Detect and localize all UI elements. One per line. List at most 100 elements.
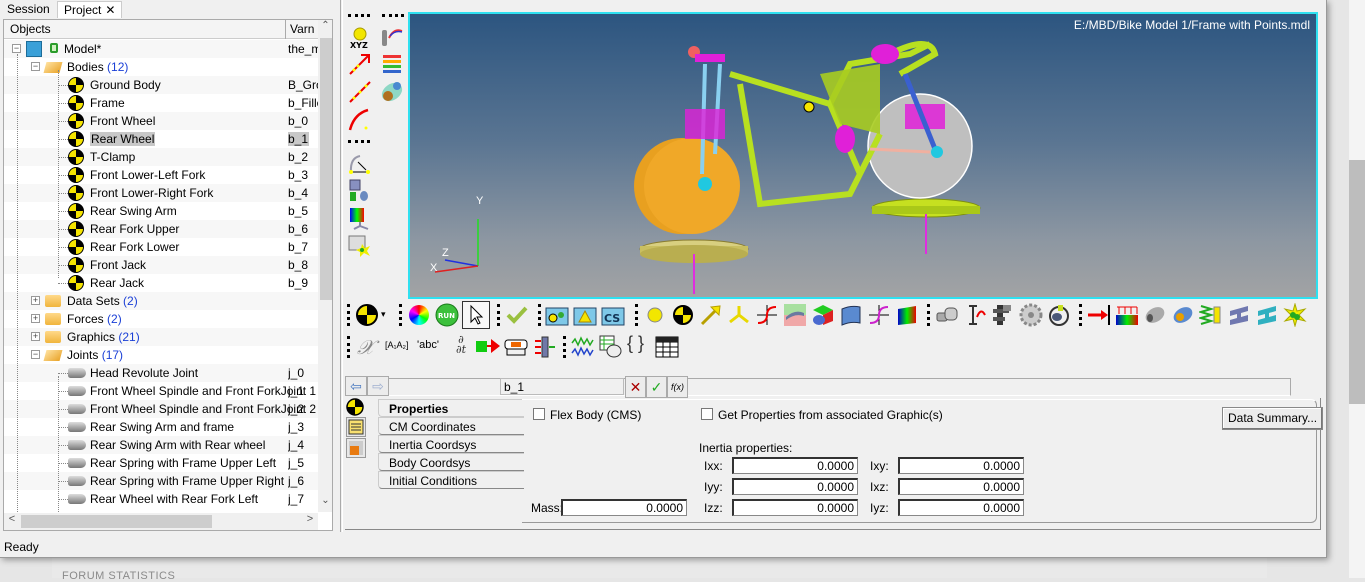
import-icon[interactable] bbox=[346, 438, 366, 458]
body-icon[interactable] bbox=[346, 398, 366, 418]
ixz-field[interactable]: 0.0000 bbox=[898, 478, 1024, 495]
solver-variable-icon[interactable]: 𝒳 bbox=[357, 335, 381, 359]
tree-item-label[interactable]: Joints (17) bbox=[67, 348, 123, 362]
tree-row[interactable]: T-Clamp b_2 bbox=[4, 148, 318, 166]
tree-item-label[interactable]: Front Wheel Spindle and Front ForkJoint … bbox=[90, 384, 316, 398]
tree-item-label[interactable]: Head Revolute Joint bbox=[90, 366, 198, 380]
spring-damper-icon[interactable] bbox=[380, 52, 404, 76]
tree-row[interactable]: Head Revolute Joint j_0 bbox=[4, 364, 318, 382]
polybeam-icon[interactable] bbox=[1255, 303, 1279, 327]
tab-project[interactable]: Project ✕ bbox=[57, 1, 123, 18]
forward-arrow-icon[interactable]: ⇨ bbox=[367, 376, 389, 396]
control-siso-icon[interactable] bbox=[475, 335, 500, 359]
tree-row[interactable]: Rear Swing Arm and frame j_3 bbox=[4, 418, 318, 436]
tree-row[interactable]: Rear Wheel b_1 bbox=[4, 130, 318, 148]
surface-icon[interactable] bbox=[783, 303, 807, 327]
check-icon[interactable] bbox=[505, 303, 529, 327]
toolbar-grip[interactable] bbox=[347, 336, 350, 358]
scroll-right-icon[interactable]: > bbox=[302, 513, 318, 530]
tree-item-label[interactable]: Rear Wheel bbox=[90, 132, 156, 146]
bushing-icon[interactable] bbox=[1143, 303, 1167, 327]
tree-item-label[interactable]: Rear Jack bbox=[90, 276, 144, 290]
cs-icon[interactable]: CS bbox=[601, 303, 625, 327]
tab-body-coordsys[interactable]: Body Coordsys bbox=[378, 453, 524, 471]
tree-row[interactable]: Frame b_Fille bbox=[4, 94, 318, 112]
tree-item-label[interactable]: Model* bbox=[64, 42, 101, 56]
actuator-icon[interactable] bbox=[1047, 303, 1071, 327]
tree-item-label[interactable]: Rear Swing Arm bbox=[90, 204, 177, 218]
tree-row[interactable]: Rear Spring with Frame Upper Left j_5 bbox=[4, 454, 318, 472]
lock-icon[interactable] bbox=[50, 43, 58, 53]
scroll-left-icon[interactable]: < bbox=[4, 513, 20, 530]
scroll-up-icon[interactable]: ⌃ bbox=[318, 20, 332, 37]
tire-icon[interactable] bbox=[380, 26, 404, 50]
tree-row[interactable]: Front Wheel Spindle and Front ForkJoint … bbox=[4, 400, 318, 418]
ixy-field[interactable]: 0.0000 bbox=[898, 457, 1024, 474]
tree-row[interactable]: + Data Sets (2) bbox=[4, 292, 318, 310]
tree-row[interactable]: Front Wheel Spindle and Front ForkJoint … bbox=[4, 382, 318, 400]
curve-icon[interactable] bbox=[348, 108, 372, 132]
iyz-field[interactable]: 0.0000 bbox=[898, 499, 1024, 516]
tree-item-label[interactable]: Front Jack bbox=[90, 258, 146, 272]
tree-item-label[interactable]: Front Lower-Right Fork bbox=[90, 186, 213, 200]
tree-item-label[interactable]: Forces (2) bbox=[67, 312, 122, 326]
tree-item-label[interactable]: T-Clamp bbox=[90, 150, 135, 164]
signal-icon[interactable] bbox=[571, 335, 595, 359]
tree-item-label[interactable]: Frame bbox=[90, 96, 125, 110]
collapse-icon[interactable]: − bbox=[31, 62, 40, 71]
flex-body-icon[interactable] bbox=[1171, 303, 1195, 327]
tree-row[interactable]: + Graphics (21) bbox=[4, 328, 318, 346]
solver-string-icon[interactable]: 'abc' bbox=[417, 339, 447, 363]
tab-inertia-coordsys[interactable]: Inertia Coordsys bbox=[378, 435, 524, 453]
tree-item-label[interactable]: Rear Fork Upper bbox=[90, 222, 179, 236]
tree-row[interactable]: − Bodies (12) bbox=[4, 58, 318, 76]
gear-icon[interactable] bbox=[1019, 303, 1043, 327]
tree-item-label[interactable]: Front Lower-Left Fork bbox=[90, 168, 205, 182]
collapse-icon[interactable]: − bbox=[31, 350, 40, 359]
expand-icon[interactable]: + bbox=[31, 314, 40, 323]
beam-icon[interactable] bbox=[1227, 303, 1251, 327]
cancel-button[interactable]: ✕ bbox=[625, 376, 646, 398]
tree-item-label[interactable]: Rear Swing Arm with Rear wheel bbox=[90, 438, 265, 452]
marker-icon[interactable] bbox=[727, 303, 751, 327]
solver-array-icon[interactable]: [A₁A₂] bbox=[385, 340, 415, 364]
scroll-down-icon[interactable]: ⌄ bbox=[318, 495, 332, 512]
point-icon[interactable] bbox=[643, 303, 667, 327]
vector-arrow-icon[interactable] bbox=[699, 303, 723, 327]
flex-body-checkbox[interactable] bbox=[533, 408, 545, 420]
joint-icon[interactable] bbox=[935, 303, 959, 327]
tree-row[interactable]: − Joints (17) bbox=[4, 346, 318, 364]
iyy-field[interactable]: 0.0000 bbox=[732, 478, 858, 495]
panel-splitter[interactable] bbox=[340, 0, 343, 532]
expression-button[interactable]: f(x) bbox=[667, 376, 688, 398]
column-header-objects[interactable]: Objects bbox=[4, 20, 286, 39]
curve-icon[interactable] bbox=[755, 303, 779, 327]
expand-icon[interactable]: + bbox=[31, 332, 40, 341]
izz-field[interactable]: 0.0000 bbox=[732, 499, 858, 516]
spring-damper-icon[interactable] bbox=[1197, 303, 1223, 327]
deformable-surface-icon[interactable] bbox=[839, 303, 863, 327]
get-properties-checkbox[interactable] bbox=[701, 408, 713, 420]
select-arrow-icon[interactable] bbox=[462, 301, 490, 329]
tree-item-label[interactable]: Front Wheel Spindle and Front ForkJoint … bbox=[90, 402, 316, 416]
contour-icon[interactable] bbox=[895, 303, 919, 327]
color-wheel-icon[interactable] bbox=[407, 303, 431, 327]
entity-editor-icon[interactable] bbox=[348, 234, 372, 258]
chevron-down-icon[interactable]: ▾ bbox=[381, 309, 386, 320]
templex-icon[interactable] bbox=[599, 335, 623, 359]
graphics-group-icon[interactable] bbox=[348, 178, 372, 202]
scroll-thumb[interactable] bbox=[320, 38, 332, 300]
tree-item-label[interactable]: Rear Spring with Frame Upper Right bbox=[90, 474, 284, 488]
tree-item-label[interactable]: Front Wheel bbox=[90, 114, 155, 128]
graphics-viewport[interactable]: E:/MBD/Bike Model 1/Frame with Points.md… bbox=[408, 12, 1318, 299]
tree-row[interactable]: Front Jack b_8 bbox=[4, 256, 318, 274]
belt-pulley-icon[interactable] bbox=[380, 80, 404, 104]
tree-row[interactable]: Rear Swing Arm b_5 bbox=[4, 202, 318, 220]
attachment-icon[interactable] bbox=[573, 303, 597, 327]
tree-row[interactable]: Front Lower-Right Fork b_4 bbox=[4, 184, 318, 202]
angle-icon[interactable] bbox=[348, 152, 372, 176]
run-icon[interactable]: RUN bbox=[435, 303, 459, 327]
tree-row[interactable]: Front Lower-Left Fork b_3 bbox=[4, 166, 318, 184]
tree-vertical-scrollbar[interactable]: ⌃ ⌄ bbox=[318, 20, 332, 512]
control-mimo-icon[interactable] bbox=[533, 335, 557, 359]
